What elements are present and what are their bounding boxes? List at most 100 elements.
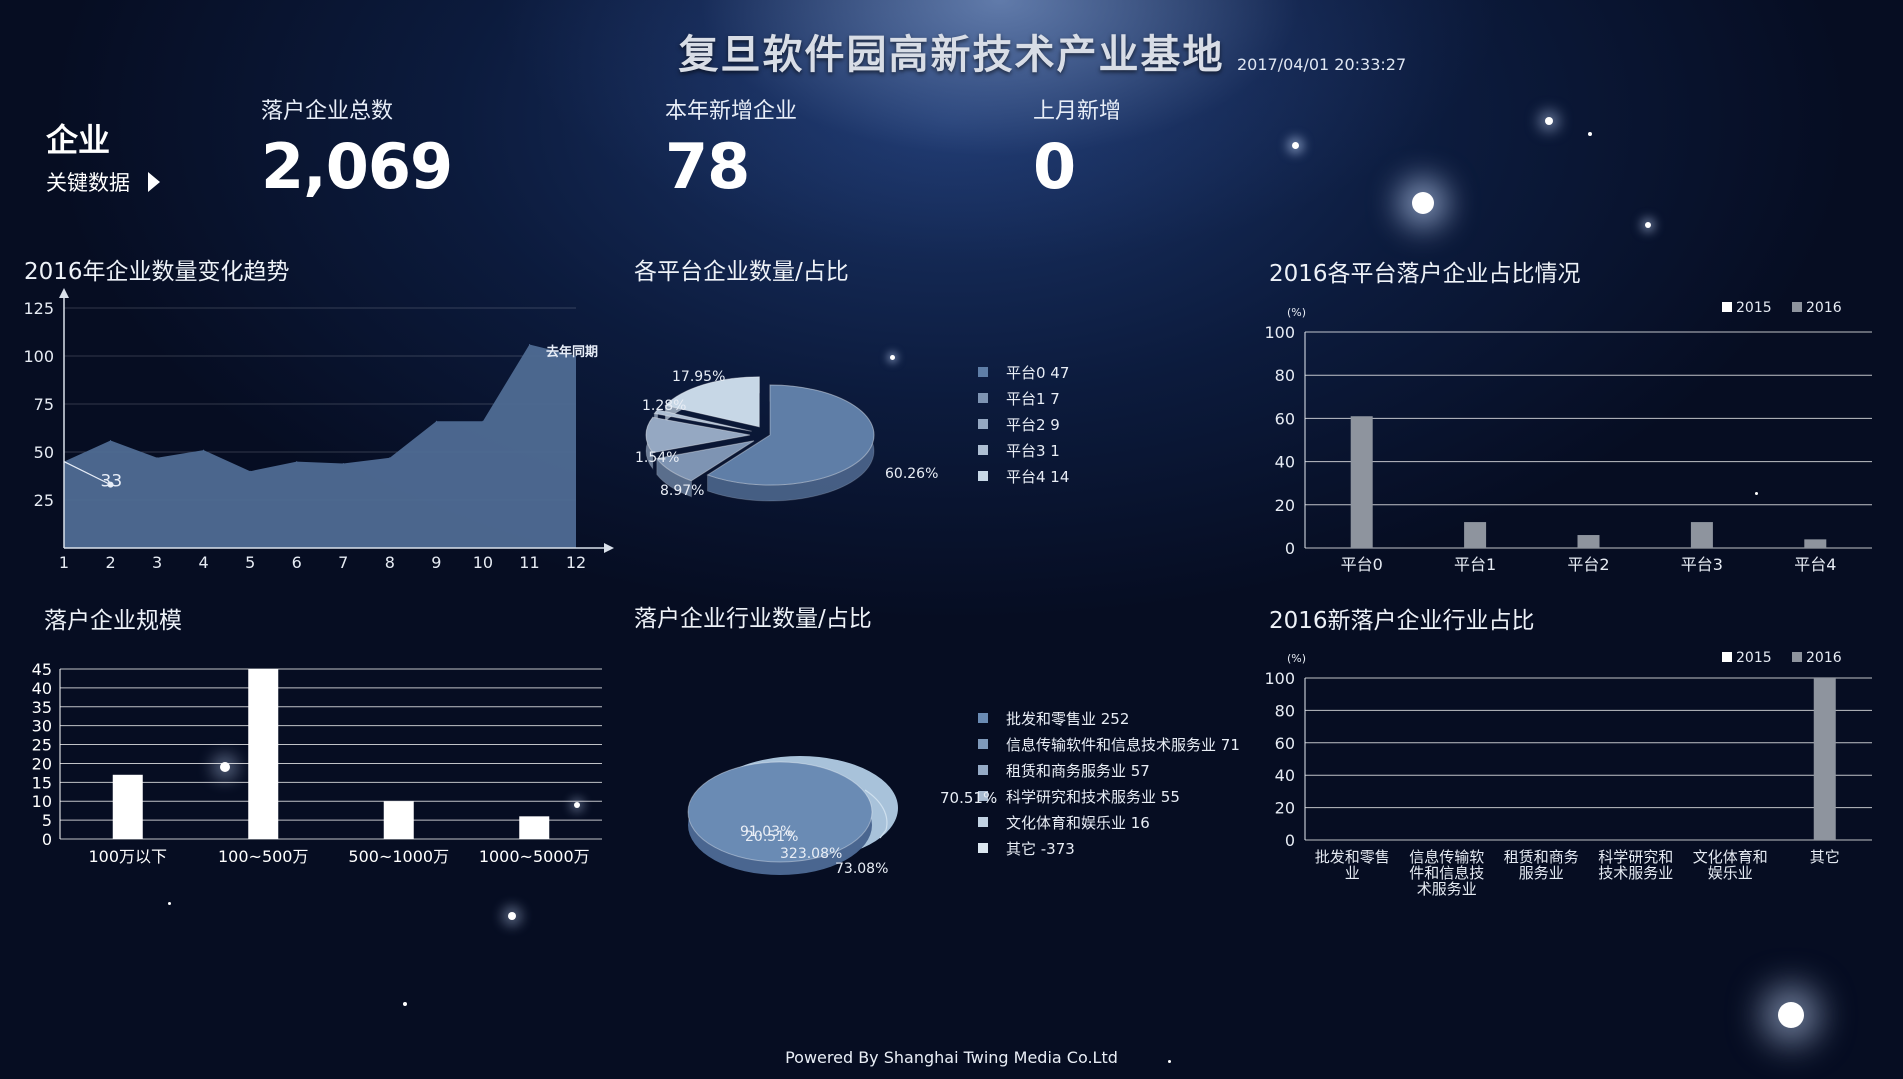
legend-swatch — [978, 393, 988, 403]
legend-swatch — [978, 367, 988, 377]
legend-swatch-2015 — [1722, 652, 1732, 662]
y-tick-label: 25 — [32, 736, 52, 755]
legend-item[interactable]: 平台3 1 — [978, 437, 1069, 463]
pie-percent-label: 323.08% — [780, 846, 842, 862]
kpi-new-year-value: 78 — [665, 130, 750, 203]
data-point — [389, 457, 391, 459]
scale-bar — [519, 816, 550, 839]
key-data-label: 关键数据 — [46, 171, 130, 195]
x-tick-label: 平台3 — [1681, 555, 1723, 574]
kpi-total-value: 2,069 — [261, 130, 453, 203]
kpi-new-year-label: 本年新增企业 — [665, 99, 798, 124]
page-title: 复旦软件园高新技术产业基地 — [678, 32, 1225, 78]
legend-swatch-2015 — [1722, 302, 1732, 312]
datetime-label: 2017/04/01 20:33:27 — [1237, 55, 1407, 74]
y-tick-label: 60 — [1275, 409, 1295, 428]
x-tick-label: 1000~5000万 — [479, 847, 590, 866]
footer-credit: Powered By Shanghai Twing Media Co.Ltd — [785, 1048, 1118, 1067]
legend-item[interactable]: 批发和零售业 252 — [978, 705, 1240, 731]
data-point — [110, 439, 112, 441]
x-tick-label: 业 — [1345, 864, 1360, 882]
legend-label: 租赁和商务服务业 57 — [1006, 761, 1150, 780]
key-data-link[interactable]: 关键数据 — [46, 167, 160, 197]
platform-bar-chart: (%) 0 20 40 60 80 100 平台0 平台1 平台2 平台3 平台4 2015 2016 — [1264, 300, 1872, 574]
legend-item[interactable]: 租赁和商务服务业 57 — [978, 757, 1240, 783]
legend-label-2016: 2016 — [1806, 300, 1842, 316]
x-tick-label: 2 — [105, 553, 115, 572]
kpi-section-title: 企业 — [46, 121, 111, 159]
industry-pie-chart: 91.03%20.51%323.08%73.08% — [687, 756, 898, 877]
x-tick-label: 12 — [566, 553, 586, 572]
legend-label: 平台4 14 — [1006, 467, 1070, 486]
legend-label: 科学研究和技术服务业 55 — [1006, 787, 1180, 806]
industry-bar-title: 2016新落户企业行业占比 — [1269, 608, 1535, 634]
legend-swatch — [978, 419, 988, 429]
data-point — [156, 457, 158, 459]
x-axis-arrow — [604, 543, 614, 553]
legend-item[interactable]: 信息传输软件和信息技术服务业 71 — [978, 731, 1240, 757]
data-point — [342, 463, 344, 465]
scale-bar — [248, 669, 279, 839]
legend-item[interactable]: 平台0 47 — [978, 359, 1069, 385]
y-tick-label: 40 — [1275, 766, 1295, 785]
legend-label: 批发和零售业 252 — [1006, 709, 1130, 728]
legend-item[interactable]: 平台2 9 — [978, 411, 1069, 437]
legend-label-2015: 2015 — [1736, 300, 1772, 316]
y-tick-label: 40 — [32, 679, 52, 698]
x-tick-label: 平台2 — [1567, 555, 1609, 574]
unit-label: (%) — [1287, 306, 1306, 319]
x-tick-label: 11 — [519, 553, 539, 572]
legend-item[interactable]: 平台1 7 — [978, 385, 1069, 411]
x-tick-label: 500~1000万 — [348, 847, 449, 866]
y-tick-label: 75 — [34, 395, 54, 414]
y-tick-label: 15 — [32, 773, 52, 792]
y-tick-label: 20 — [1275, 496, 1295, 515]
y-tick-label: 0 — [1285, 831, 1295, 850]
kpi-last-month-label: 上月新增 — [1033, 99, 1122, 124]
x-tick-label: 术服务业 — [1417, 880, 1477, 898]
y-tick-label: 50 — [34, 443, 54, 462]
pie-percent-label: 1.28% — [642, 398, 686, 414]
y-axis-arrow — [59, 288, 69, 298]
y-tick-label: 20 — [32, 754, 52, 773]
legend-label: 平台1 7 — [1006, 389, 1060, 408]
unit-label: (%) — [1287, 652, 1306, 665]
platform-pie-chart: 60.26% 8.97% 1.54% 1.28% 17.95% — [635, 369, 938, 502]
last-year-value-label: 33 — [101, 472, 123, 492]
platform-pie-title: 各平台企业数量/占比 — [634, 259, 849, 285]
y-tick-label: 20 — [1275, 799, 1295, 818]
data-point — [528, 343, 530, 345]
bar-2016 — [1577, 535, 1600, 548]
legend-label: 平台0 47 — [1006, 363, 1070, 382]
legend-item[interactable]: 其它 -373 — [978, 835, 1240, 861]
trend-area-chart: 2550751001251 2 3 4 5 6 7 8 9 10 11 1233去年同期 — [23, 288, 614, 572]
pie-percent-label: 73.08% — [835, 861, 888, 877]
x-tick-label: 娱乐业 — [1708, 864, 1753, 882]
legend-swatch — [978, 713, 988, 723]
platform-pie-legend: 平台0 47 平台1 7 平台2 9 平台3 1 平台4 14 — [978, 359, 1069, 489]
x-tick-label: 6 — [292, 553, 302, 572]
legend-label: 平台2 9 — [1006, 415, 1060, 434]
legend-label: 其它 -373 — [1006, 839, 1075, 858]
y-tick-label: 0 — [1285, 539, 1295, 558]
x-tick-label: 10 — [473, 553, 493, 572]
y-tick-label: 100 — [1264, 669, 1295, 688]
data-point — [296, 461, 298, 463]
legend-item[interactable]: 平台4 14 — [978, 463, 1069, 489]
legend-label-2015: 2015 — [1736, 650, 1772, 666]
legend-item[interactable]: 文化体育和娱乐业 16 — [978, 809, 1240, 835]
y-tick-label: 40 — [1275, 453, 1295, 472]
play-triangle-icon — [148, 172, 160, 192]
bar-2016 — [1813, 678, 1836, 840]
y-tick-label: 100 — [1264, 323, 1295, 342]
x-tick-label: 平台4 — [1794, 555, 1836, 574]
industry-pie-title: 落户企业行业数量/占比 — [634, 606, 872, 632]
y-tick-label: 35 — [32, 698, 52, 717]
legend-item[interactable]: 科学研究和技术服务业 55 — [978, 783, 1240, 809]
x-tick-label: 平台1 — [1454, 555, 1496, 574]
legend-swatch — [978, 765, 988, 775]
y-tick-label: 5 — [42, 811, 52, 830]
scale-bar-chart: 051015202530354045 100万以下 100~500万 500~1000… — [32, 660, 602, 866]
y-tick-label: 100 — [23, 347, 54, 366]
scale-bar — [112, 774, 143, 839]
